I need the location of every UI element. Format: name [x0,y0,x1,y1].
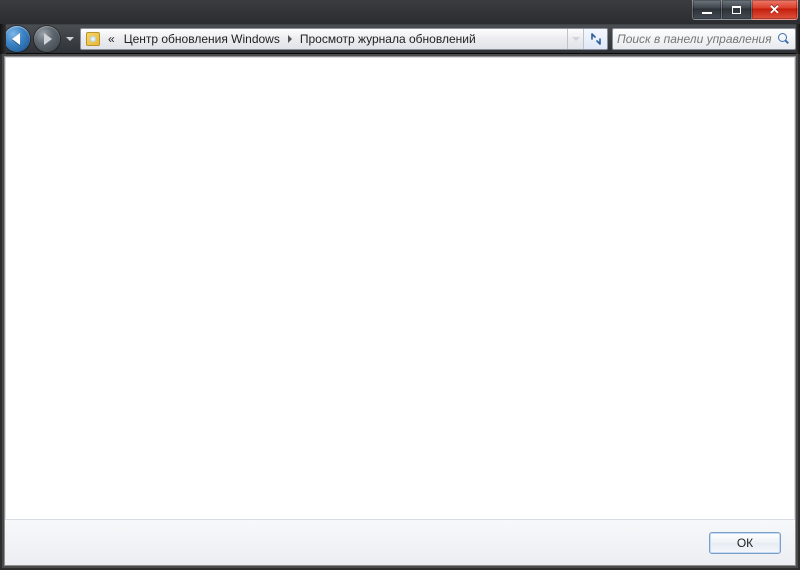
ok-button-label: ОК [737,536,753,550]
breadcrumb-overflow[interactable]: « [105,32,118,46]
arrow-right-icon [44,33,52,45]
recent-locations-dropdown[interactable] [64,28,76,50]
maximize-button[interactable] [722,0,752,20]
update-history-content [5,57,795,519]
window-frame: ОК [0,54,800,570]
chevron-down-icon [572,37,580,41]
chevron-down-icon [66,37,74,41]
address-history-dropdown[interactable] [567,29,583,49]
breadcrumb-segment[interactable]: Центр обновления Windows [118,29,286,49]
footer: ОК [5,519,795,565]
breadcrumb-segment[interactable]: Просмотр журнала обновлений [294,29,482,49]
maximize-icon [732,6,741,14]
close-button[interactable]: ✕ [752,0,798,20]
chevron-right-icon [288,35,292,43]
location-icon [84,30,102,48]
arrow-left-icon [12,33,20,45]
address-bar[interactable]: « Центр обновления Windows Просмотр журн… [80,28,608,50]
windows-update-icon [86,32,100,46]
navbar: « Центр обновления Windows Просмотр журн… [0,24,800,54]
minimize-icon [702,12,712,14]
caption-buttons: ✕ [692,0,798,20]
search-box[interactable] [612,28,796,50]
content-panel: ОК [4,56,796,566]
refresh-icon [590,33,602,45]
refresh-button[interactable] [583,29,607,49]
forward-button[interactable] [34,26,60,52]
minimize-button[interactable] [692,0,722,20]
titlebar: ✕ [0,0,800,24]
search-input[interactable] [617,32,777,46]
ok-button[interactable]: ОК [709,532,781,554]
back-button[interactable] [4,26,30,52]
window-client: ОК [2,54,798,568]
close-icon: ✕ [769,3,780,16]
search-icon [777,32,791,46]
